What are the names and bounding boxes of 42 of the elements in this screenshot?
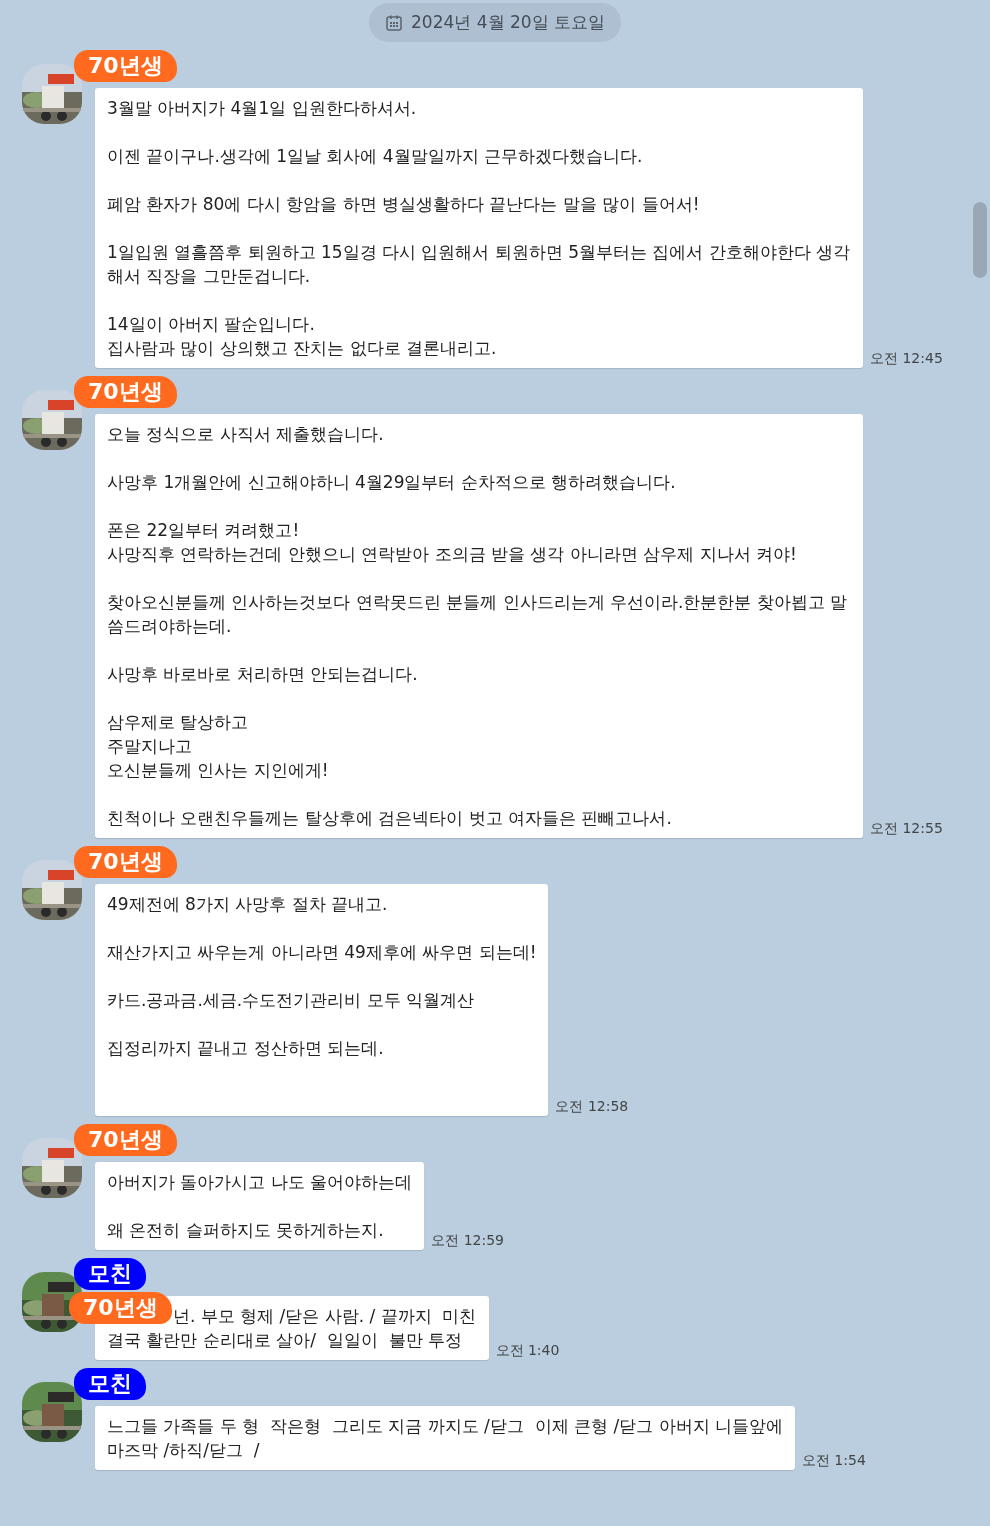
sender-name-tag: 70년생: [74, 50, 177, 82]
message-text: 49제전에 8가지 사망후 절차 끝내고.: [107, 893, 389, 916]
message-text: 사망후 1개월안에 신고해야하니 4월29일부터 순차적으로 행하려했습니다.: [107, 471, 677, 494]
message-text: 찾아오신분들께 인사하는것보다 연락못드린 분들께 인사드리는게 우선이라.한분한분 찾아뵙고 말씀드려야하는데.: [107, 591, 849, 638]
message-text: 친척이나 오랜친우들께는 탈상후에 검은넥타이 벗고 여자들은 핀빼고나서.: [107, 807, 673, 830]
message-text: 이젠 끝이구나.생각에 1일날 회사에 4월말일까지 근무하겠다했습니다.: [107, 145, 644, 168]
message-text: 재산가지고 싸우는게 아니라면 49제후에 싸우면 되는데!: [107, 941, 537, 964]
message-text: 넌. 부모 형제 /닫은 사람. / 끝까지 미친: [173, 1305, 477, 1328]
message-text: 집사람과 많이 상의했고 잔치는 없다로 결론내리고.: [107, 337, 498, 360]
message-text: 결국 활란만 순리대로 살아/ 일일이 불만 투정: [107, 1329, 463, 1352]
message-text: 3월말 아버지가 4월1일 입원한다하셔서.: [107, 97, 418, 120]
date-label: 2024년 4월 20일 토요일: [411, 11, 605, 34]
message-text: 카드.공과금.세금.수도전기관리비 모두 익월계산: [107, 989, 476, 1012]
sender-name-tag: 70년생: [69, 1292, 172, 1324]
message-text: 폰은 22일부터 켜려했고!: [107, 519, 301, 542]
sender-name-tag: 70년생: [74, 1124, 177, 1156]
message-text: 사망후 바로바로 처리하면 안되는겁니다.: [107, 663, 419, 686]
calendar-icon: [385, 13, 404, 32]
message-text: 집정리까지 끝내고 정산하면 되는데.: [107, 1037, 385, 1060]
message-text: 왜 온전히 슬퍼하지도 못하게하는지.: [107, 1219, 385, 1242]
sender-name-tag: 모친: [74, 1368, 146, 1400]
message-time: 오전 1:40: [495, 1342, 560, 1360]
message-time: 오전 12:59: [431, 1232, 504, 1250]
message-text: 오신분들께 인사는 지인에게!: [107, 759, 330, 782]
message-time: 오전 12:45: [870, 350, 943, 368]
message-time: 오전 1:54: [801, 1452, 866, 1470]
message-time: 오전 12:55: [870, 820, 943, 838]
sender-name-tag: 70년생: [74, 846, 177, 878]
message-text: 사망직후 연락하는건데 안했으니 연락받아 조의금 받을 생각 아니라면 삼우제 지나서 켜야!: [107, 543, 798, 566]
message-text: 주말지나고: [107, 735, 193, 758]
message-text: 아버지가 돌아가시고 나도 울어야하는데: [107, 1171, 413, 1194]
message-text: 느그들 가족들 두 형 작은형 그리도 지금 까지도 /닫그 이제 큰형 /닫그 아버지 니들앞에: [107, 1415, 783, 1438]
message-text: 마즈막 /하직/닫그 /: [107, 1439, 261, 1462]
sender-name-tag: 모친: [74, 1258, 146, 1290]
message-text: 오늘 정식으로 사직서 제출했습니다.: [107, 423, 385, 446]
message-text: 1일입원 열흘쯤후 퇴원하고 15일경 다시 입원해서 퇴원하면 5월부터는 집에서 간호해야한다 생각해서 직장을 그만둔겁니다.: [107, 241, 851, 288]
message-time: 오전 12:58: [555, 1098, 629, 1116]
message-text: 폐암 환자가 80에 다시 항암을 하면 병실생활하다 끝난다는 말을 많이 들어서!: [107, 193, 701, 216]
sender-name-tag: 70년생: [74, 376, 177, 408]
scrollbar-thumb[interactable]: [973, 202, 987, 278]
message-text: 14일이 아버지 팔순입니다.: [107, 313, 316, 336]
message-text: 삼우제로 탈상하고: [107, 711, 250, 734]
